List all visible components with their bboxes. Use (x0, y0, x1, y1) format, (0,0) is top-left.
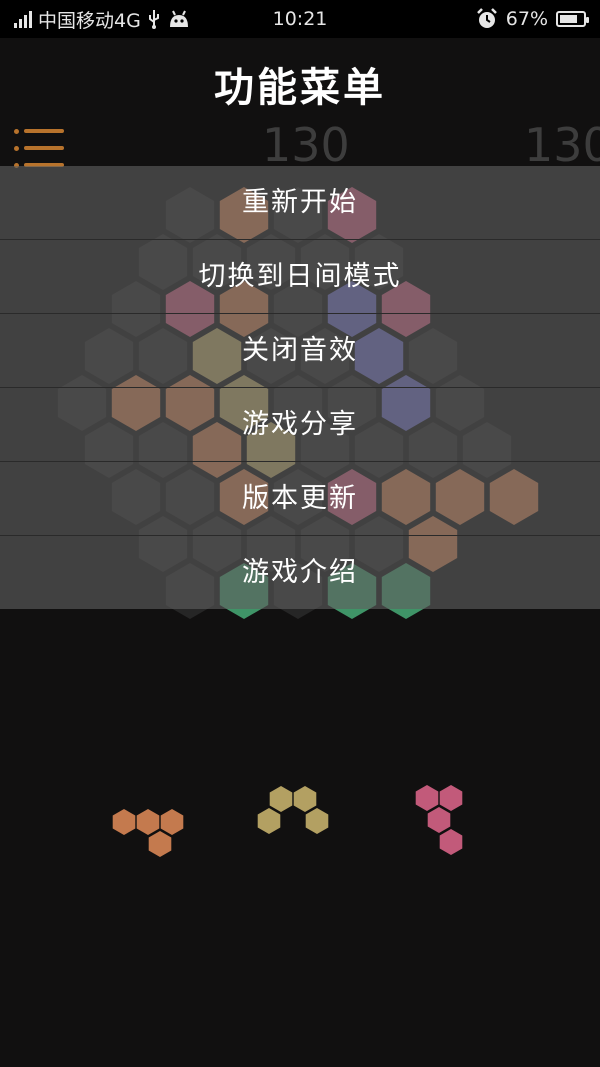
menu-item-update[interactable]: 版本更新 (0, 462, 600, 536)
usb-icon (148, 10, 159, 29)
android-icon (169, 10, 188, 27)
status-right: 67% (476, 0, 589, 38)
piece-pink-cell[interactable] (415, 785, 439, 811)
carrier-label: 中国移动4G (38, 9, 141, 32)
menu-item-day-mode[interactable]: 切换到日间模式 (0, 240, 600, 314)
menu-overlay: 重新开始 切换到日间模式 关闭音效 游戏分享 版本更新 游戏介绍 (0, 166, 600, 609)
piece-pink-cell[interactable] (427, 807, 451, 833)
piece-olive-cell[interactable] (269, 786, 293, 812)
piece-olive-cell[interactable] (305, 808, 329, 834)
piece-orange-cell[interactable] (112, 809, 136, 835)
battery-icon (556, 11, 589, 27)
menu-item-intro[interactable]: 游戏介绍 (0, 536, 600, 610)
piece-orange-cell[interactable] (136, 809, 160, 835)
piece-orange-cell[interactable] (148, 831, 172, 857)
menu-item-restart[interactable]: 重新开始 (0, 166, 600, 240)
menu-item-share[interactable]: 游戏分享 (0, 388, 600, 462)
menu-icon[interactable] (14, 124, 64, 172)
piece-pink-cell[interactable] (439, 829, 463, 855)
signal-icon (14, 10, 32, 28)
piece-orange-cell[interactable] (160, 809, 184, 835)
current-score: 130 (262, 118, 350, 172)
status-bar: 中国移动4G 10:21 67% (0, 0, 600, 38)
status-left: 中国移动4G (14, 0, 191, 38)
page-title: 功能菜单 (214, 64, 386, 111)
next-pieces (112, 785, 463, 857)
best-score: 130 (524, 118, 600, 172)
piece-olive-cell[interactable] (293, 786, 317, 812)
battery-percent: 67% (505, 8, 548, 30)
piece-pink-cell[interactable] (439, 785, 463, 811)
menu-item-sound-off[interactable]: 关闭音效 (0, 314, 600, 388)
alarm-icon (476, 8, 497, 28)
piece-olive-cell[interactable] (257, 808, 281, 834)
